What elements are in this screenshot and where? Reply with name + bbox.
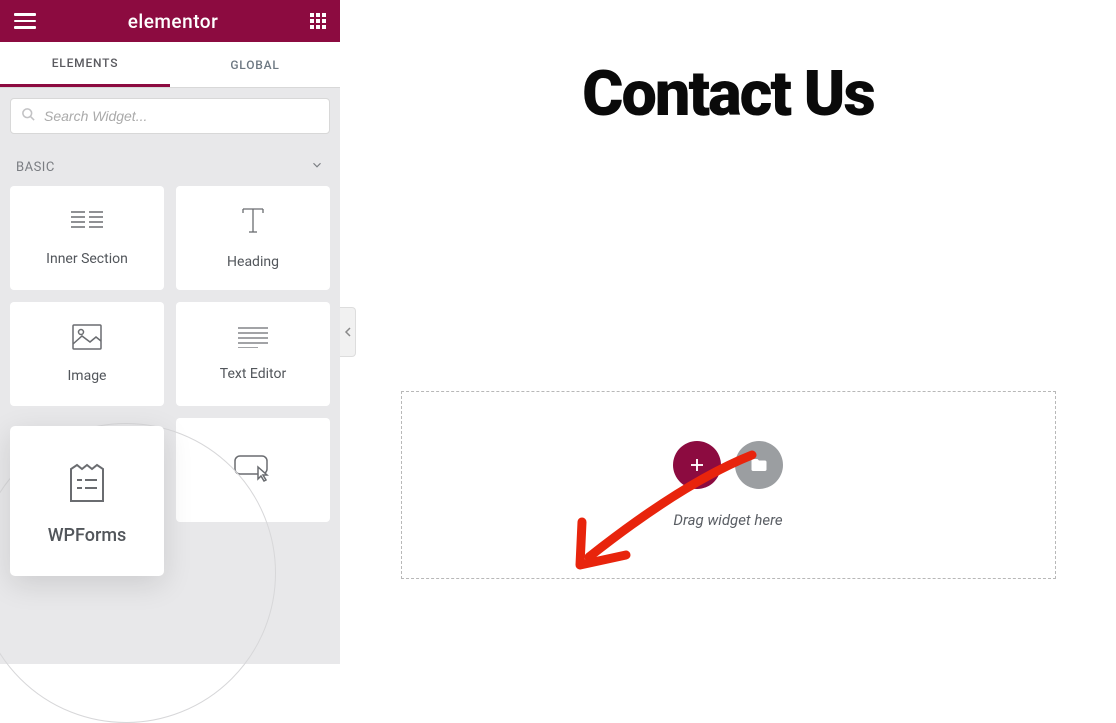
widget-button[interactable]	[176, 418, 330, 522]
text-editor-icon	[238, 326, 268, 352]
add-section-button[interactable]	[673, 441, 721, 489]
columns-icon	[71, 209, 103, 237]
widget-heading[interactable]: Heading	[176, 186, 330, 290]
search-container	[0, 88, 340, 144]
widget-inner-section[interactable]: Inner Section	[10, 186, 164, 290]
wpforms-icon	[62, 457, 112, 511]
widget-label: Image	[68, 368, 107, 384]
menu-icon[interactable]	[14, 9, 36, 33]
widgets-grid: Inner Section Heading	[0, 186, 340, 596]
widget-label: Heading	[227, 254, 279, 270]
search-icon	[21, 107, 36, 126]
widget-label: Text Editor	[220, 366, 286, 382]
image-icon	[72, 324, 102, 354]
widget-label: Inner Section	[46, 251, 128, 267]
template-library-button[interactable]	[735, 441, 783, 489]
dropzone-hint: Drag widget here	[673, 511, 782, 529]
collapse-sidebar-button[interactable]	[340, 307, 356, 357]
category-basic[interactable]: BASIC	[0, 144, 340, 186]
search-input[interactable]	[44, 108, 319, 124]
canvas: Contact Us Drag widget here	[340, 0, 1116, 664]
tab-global[interactable]: GLOBAL	[170, 42, 340, 87]
widget-wpforms[interactable]: WPForms	[10, 426, 164, 576]
panel-tabs: ELEMENTS GLOBAL	[0, 42, 340, 88]
chevron-down-icon	[310, 158, 324, 176]
apps-icon[interactable]	[310, 13, 326, 29]
heading-icon	[238, 206, 268, 240]
widget-label: WPForms	[48, 525, 127, 546]
search-box[interactable]	[10, 98, 330, 134]
brand-logo: elementor	[128, 10, 219, 33]
widget-image[interactable]: Image	[10, 302, 164, 406]
button-icon	[233, 454, 273, 486]
page-title: Contact Us	[340, 58, 1116, 131]
sidebar-header: elementor	[0, 0, 340, 42]
dropzone[interactable]: Drag widget here	[401, 391, 1056, 579]
tab-elements[interactable]: ELEMENTS	[0, 42, 170, 87]
sidebar: elementor ELEMENTS GLOBAL BASIC	[0, 0, 340, 664]
widget-text-editor[interactable]: Text Editor	[176, 302, 330, 406]
category-label: BASIC	[16, 160, 55, 175]
dropzone-actions	[673, 441, 783, 489]
